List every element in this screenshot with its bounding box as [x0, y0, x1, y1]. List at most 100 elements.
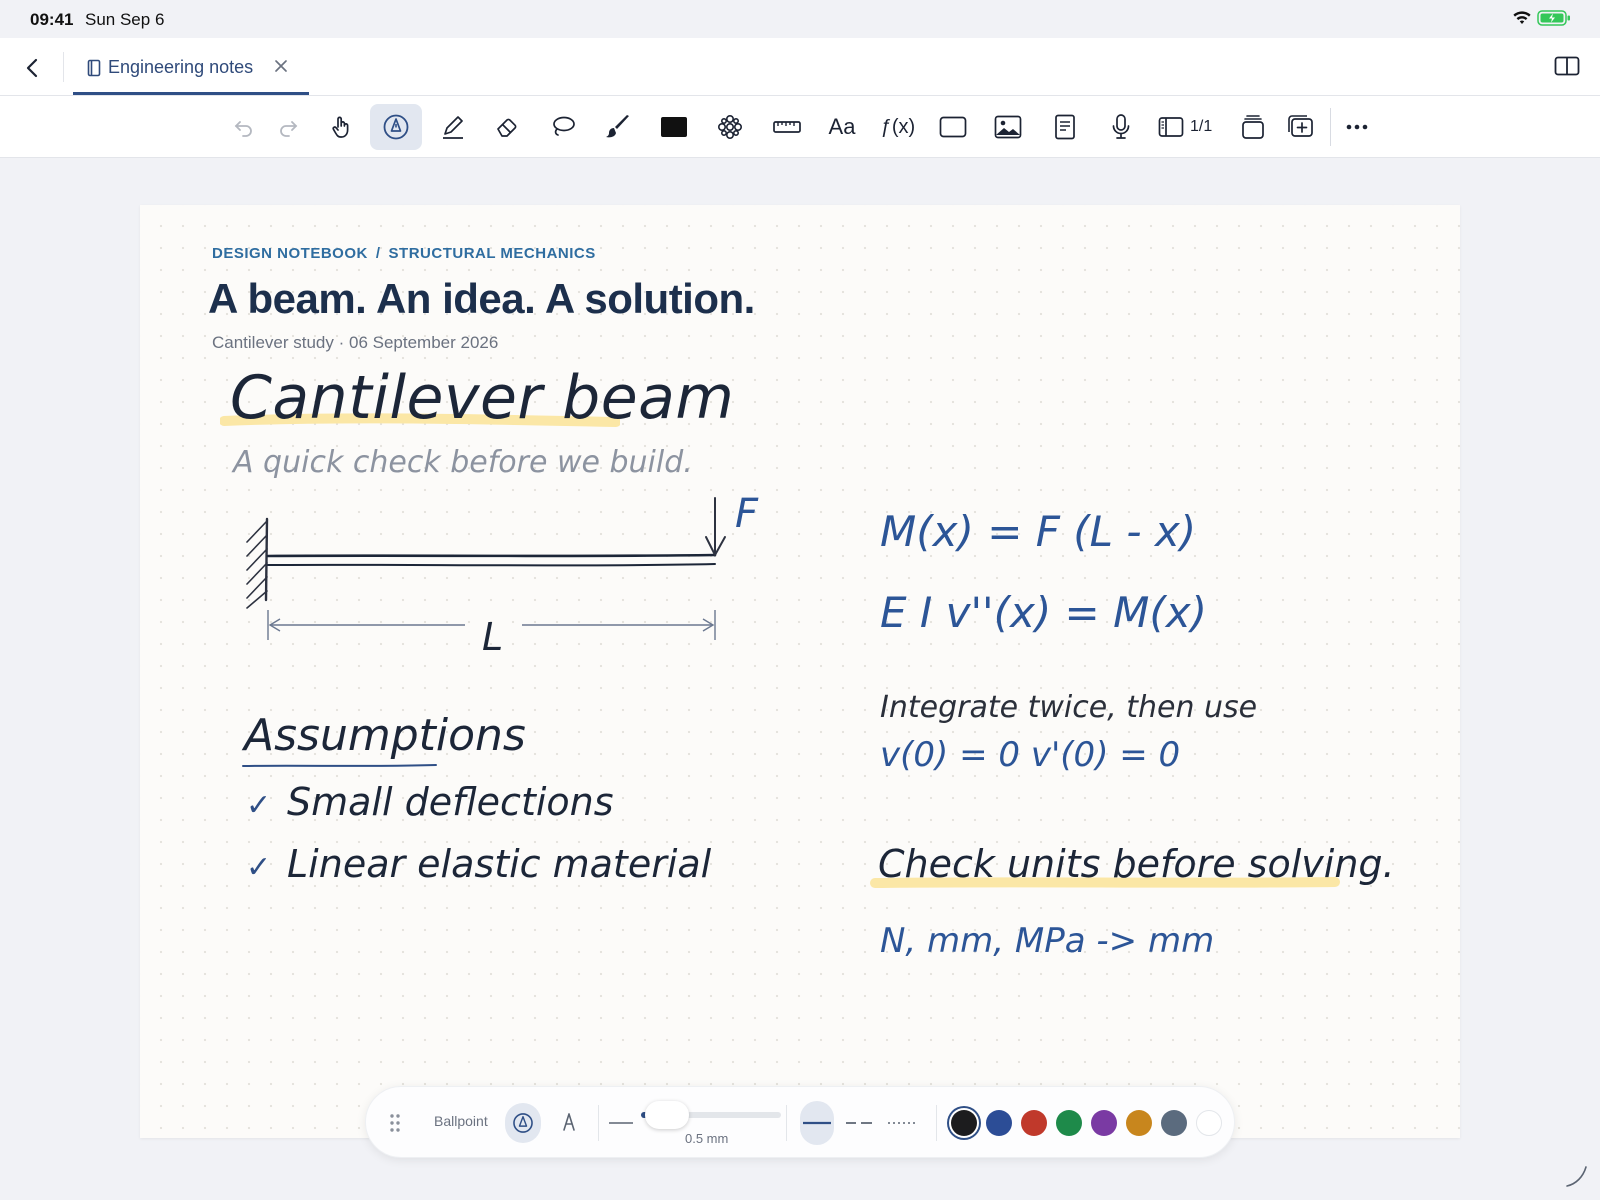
- dotted-line-icon: [888, 1122, 918, 1124]
- image-icon: [994, 115, 1022, 139]
- split-view-button[interactable]: [1554, 56, 1580, 81]
- color-swatch[interactable]: [951, 1110, 977, 1136]
- eraser-icon: [497, 118, 517, 137]
- assumptions-title: Assumptions: [244, 710, 526, 761]
- thickness-icon: [608, 1111, 634, 1135]
- toolbar-divider: [1330, 108, 1331, 146]
- highlighter-tool-button[interactable]: [601, 104, 635, 150]
- math-tool-button[interactable]: ƒ(x): [878, 104, 918, 150]
- math-tool-label: ƒ(x): [880, 115, 916, 138]
- pencil-tool-button[interactable]: [436, 104, 470, 150]
- page-meta: Cantilever study · 06 September 2026: [212, 333, 499, 352]
- status-bar: 09:41 Sun Sep 6: [0, 0, 1600, 38]
- page-title: A beam. An idea. A solution.: [208, 275, 755, 322]
- sidebar-icon: [1158, 117, 1184, 137]
- ballpoint-icon: [513, 1113, 533, 1133]
- shape-fill-button[interactable]: [657, 104, 691, 150]
- assumption-item: Small deflections: [287, 780, 614, 824]
- solid-line-button[interactable]: [800, 1101, 834, 1145]
- notebook-icon: [87, 59, 101, 82]
- status-date: Sun Sep 6: [85, 10, 165, 29]
- ruler-icon: [773, 121, 801, 133]
- notebook-page[interactable]: DESIGN NOTEBOOK / STRUCTURAL MECHANICS A b…: [140, 205, 1460, 1138]
- frame-tool-button[interactable]: [936, 104, 970, 150]
- color-swatch[interactable]: [1196, 1110, 1222, 1136]
- wifi-icon: [1512, 10, 1532, 31]
- frame-icon: [939, 116, 967, 138]
- add-page-button[interactable]: [1284, 104, 1318, 150]
- boundary-conditions: v(0) = 0 v'(0) = 0: [880, 735, 1181, 775]
- tab-title: Engineering notes: [108, 57, 254, 77]
- pen-options-bar: Ballpoint 0.5 mm: [365, 1086, 1235, 1158]
- assumption-item: Linear elastic material: [287, 842, 712, 886]
- tab-divider: [63, 52, 64, 82]
- page-layers-button[interactable]: [1236, 104, 1270, 150]
- redo-icon: [280, 121, 298, 137]
- divider: [786, 1105, 787, 1141]
- color-swatch[interactable]: [1021, 1110, 1047, 1136]
- rectangle-fill-icon: [661, 117, 687, 137]
- breadcrumb: DESIGN NOTEBOOK / STRUCTURAL MECHANICS: [212, 245, 596, 262]
- handwritten-title: Cantilever beam: [230, 363, 735, 433]
- color-swatch[interactable]: [1091, 1110, 1117, 1136]
- color-swatch[interactable]: [986, 1110, 1012, 1136]
- lasso-tool-button[interactable]: [546, 104, 580, 150]
- undo-button[interactable]: [229, 104, 259, 150]
- eraser-tool-button[interactable]: [491, 104, 525, 150]
- text-tool-label: Aa: [828, 114, 856, 139]
- ellipsis-icon: [1346, 124, 1368, 130]
- check-icon: ✓: [246, 788, 272, 823]
- length-label: L: [482, 615, 504, 659]
- units-note: N, mm, MPa -> mm: [880, 921, 1215, 961]
- cantilever-sketch: [246, 497, 726, 640]
- elements-tool-button[interactable]: [713, 104, 747, 150]
- hand-pointer-icon: [332, 116, 349, 138]
- pen-type-label: Ballpoint: [434, 1113, 488, 1129]
- thickness-slider-thumb[interactable]: [645, 1101, 690, 1129]
- grip-icon: [390, 1114, 400, 1132]
- fountain-pen-icon: [563, 1113, 575, 1131]
- breadcrumb-section[interactable]: STRUCTURAL MECHANICS: [389, 245, 596, 262]
- fountain-pen-button[interactable]: [554, 1107, 584, 1139]
- assumptions-underline: [242, 764, 437, 767]
- divider: [598, 1105, 599, 1141]
- brush-icon: [606, 115, 629, 138]
- divider: [936, 1105, 937, 1141]
- add-page-icon: [1288, 115, 1313, 137]
- text-tool-button[interactable]: Aa: [822, 104, 862, 150]
- microphone-icon: [1112, 114, 1130, 139]
- tab-engineering-notes[interactable]: Engineering notes: [73, 38, 309, 95]
- image-tool-button[interactable]: [991, 104, 1025, 150]
- battery-icon: [1537, 10, 1571, 31]
- more-button[interactable]: [1340, 104, 1374, 150]
- breadcrumb-notebook[interactable]: DESIGN NOTEBOOK: [212, 245, 368, 262]
- color-swatch[interactable]: [1126, 1110, 1152, 1136]
- ruler-tool-button[interactable]: [770, 104, 804, 150]
- audio-record-button[interactable]: [1104, 104, 1138, 150]
- thickness-value: 0.5 mm: [685, 1131, 729, 1146]
- integration-note: Integrate twice, then use: [880, 690, 1258, 725]
- color-swatch[interactable]: [1056, 1110, 1082, 1136]
- status-time: 09:41: [30, 10, 74, 29]
- resize-corner-icon[interactable]: [1564, 1164, 1588, 1188]
- dashed-line-button[interactable]: [844, 1109, 874, 1137]
- drag-handle[interactable]: [388, 1113, 402, 1133]
- check-icon: ✓: [246, 850, 272, 885]
- chevron-left-icon: [26, 58, 38, 78]
- elements-icon: [717, 114, 742, 139]
- callout-text: Check units before solving.: [878, 842, 1395, 886]
- back-button[interactable]: [18, 54, 46, 82]
- color-swatch[interactable]: [1161, 1110, 1187, 1136]
- handwritten-subtitle: A quick check before we build.: [233, 445, 693, 480]
- dotted-line-button[interactable]: [888, 1109, 918, 1137]
- undo-icon: [234, 121, 252, 137]
- ballpoint-pen-button[interactable]: [505, 1103, 541, 1143]
- sticky-note-button[interactable]: [1048, 104, 1082, 150]
- hand-tool-button[interactable]: [325, 104, 359, 150]
- page-sidebar-button[interactable]: 1/1: [1158, 104, 1220, 150]
- redo-button[interactable]: [273, 104, 303, 150]
- solid-line-icon: [803, 1121, 831, 1125]
- pen-icon: [383, 114, 409, 140]
- close-icon[interactable]: [273, 58, 289, 79]
- pen-tool-button[interactable]: [370, 104, 422, 150]
